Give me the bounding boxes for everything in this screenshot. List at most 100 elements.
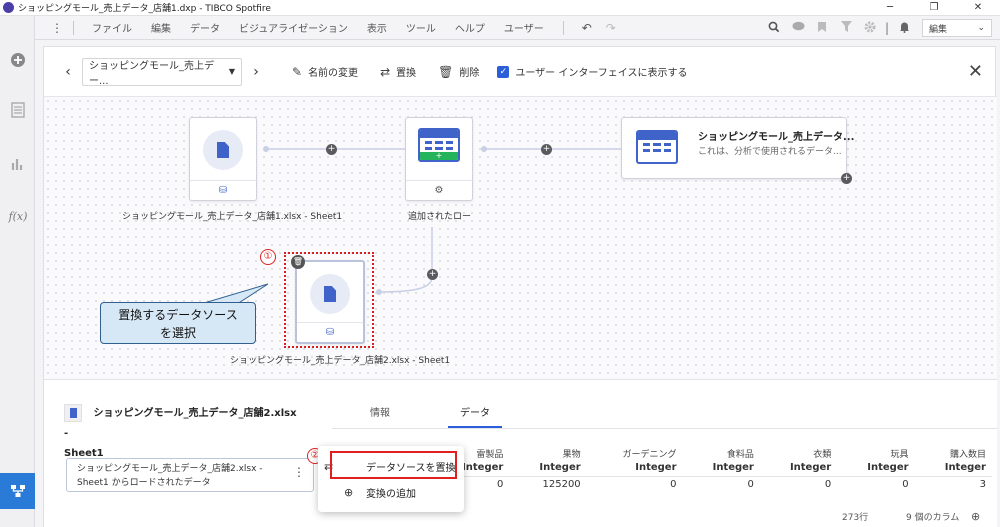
- menu-edit[interactable]: 編集: [151, 20, 171, 35]
- rename-button[interactable]: ✎ 名前の変更: [292, 64, 359, 80]
- settings-icon[interactable]: [858, 21, 882, 36]
- mode-select[interactable]: 編集 ⌄: [922, 19, 992, 37]
- comment-icon[interactable]: [786, 21, 810, 35]
- column-type: Integer: [759, 460, 838, 477]
- delete-label: 削除: [459, 68, 480, 79]
- replace-icon: ⇄: [380, 64, 391, 79]
- data-preview-table: 雷製品 果物 ガーデニング 食料品 衣類 玩具 購入数目 Integer Int…: [432, 446, 992, 506]
- details-tabs: 情報 データ: [358, 396, 548, 428]
- table-cell: 0: [670, 478, 677, 490]
- menu-file[interactable]: ファイル: [92, 20, 132, 35]
- visualization-icon[interactable]: [8, 154, 28, 174]
- source-node-store1[interactable]: ⛁: [189, 117, 257, 201]
- datasource-select-value: ショッピングモール_売上デー...: [89, 60, 214, 87]
- source-node-store2-label: ショッピングモール_売上データ_店舗2.xlsx - Sheet1: [230, 356, 451, 366]
- datasource-select[interactable]: ショッピングモール_売上デー... ▼: [82, 57, 242, 87]
- column-header[interactable]: 玩具: [837, 446, 914, 460]
- bookmark-icon[interactable]: [810, 21, 834, 36]
- menu-bar: ⋮ ファイル 編集 データ ビジュアライゼーション 表示 ツール ヘルプ ユーザ…: [35, 16, 1000, 40]
- chevron-down-icon: ⌄: [977, 23, 985, 33]
- menu-separator: [73, 20, 74, 35]
- show-in-ui-checkbox[interactable]: ✓ ユーザー インターフェイスに表示する: [497, 64, 687, 79]
- show-in-ui-label: ユーザー インターフェイスに表示する: [515, 68, 688, 79]
- replace-button[interactable]: ⇄ 置換: [380, 64, 416, 80]
- notification-bell-icon[interactable]: [892, 21, 916, 36]
- caret-down-icon: ▼: [228, 67, 235, 76]
- column-type: Integer: [586, 460, 683, 477]
- row-count: 273行: [842, 513, 869, 523]
- add-transform-menu-item[interactable]: ⊕ 変換の追加: [318, 480, 464, 504]
- source-step-item[interactable]: ショッピングモール_売上データ_店舗2.xlsx - Sheet1 からロードさ…: [66, 458, 314, 492]
- result-table-node[interactable]: ショッピングモール_売上データ... これは、分析で使用されるデータ...: [621, 117, 854, 179]
- close-icon[interactable]: ✕: [968, 61, 983, 82]
- add-step-plus-icon[interactable]: +: [541, 144, 552, 155]
- column-header[interactable]: 衣類: [760, 446, 837, 460]
- trash-icon[interactable]: 🗑: [291, 255, 305, 269]
- selected-source-title: ショッピングモール_売上データ_店舗2.xlsx - Sheet1: [64, 404, 304, 464]
- close-window-button[interactable]: ✕: [956, 0, 1000, 16]
- delete-button[interactable]: 🗑 削除: [438, 64, 480, 80]
- selected-source-title-line1: ショッピングモール_売上データ_店舗2.xlsx -: [64, 408, 297, 439]
- column-type: Integer: [682, 460, 760, 477]
- mode-select-value: 編集: [929, 24, 948, 35]
- add-circle-icon: ⊕: [344, 485, 354, 499]
- redo-icon[interactable]: ↷: [606, 21, 616, 35]
- menu-item-highlight: [330, 451, 457, 479]
- table-cell: 0: [824, 478, 832, 490]
- add-data-icon[interactable]: [8, 50, 28, 70]
- callout-line2: を選択: [159, 326, 196, 340]
- column-header[interactable]: 食料品: [683, 446, 760, 460]
- window-controls: ─ ❐ ✕: [868, 0, 1000, 16]
- left-nav-rail: f(x): [0, 16, 35, 527]
- next-arrow-icon[interactable]: ›: [246, 64, 266, 80]
- tab-data[interactable]: データ: [448, 396, 502, 428]
- callout-line1: 置換するデータソース: [118, 308, 238, 322]
- menu-user[interactable]: ユーザー: [504, 20, 544, 35]
- added-rows-node-label: 追加されたロー: [408, 212, 472, 222]
- data-canvas-icon[interactable]: [0, 473, 35, 509]
- filter-icon[interactable]: [834, 21, 858, 35]
- step-marker-1: ①: [260, 249, 276, 265]
- add-step-plus-icon[interactable]: +: [326, 144, 337, 155]
- more-options-icon[interactable]: ⋮: [293, 465, 305, 479]
- table-cell: 3: [979, 478, 986, 490]
- menu-data[interactable]: データ: [190, 20, 220, 35]
- result-table-description: これは、分析で使用されるデータ...: [698, 147, 842, 157]
- menu-view[interactable]: 表示: [367, 20, 387, 35]
- flow-canvas: ⛁ ショッピングモール_売上データ_店舗1.xlsx - Sheet1 + + …: [44, 97, 997, 379]
- rename-label: 名前の変更: [308, 68, 359, 79]
- details-panel: ショッピングモール_売上データ_店舗2.xlsx - Sheet1 ショッピング…: [44, 379, 997, 527]
- trash-icon: 🗑: [438, 64, 454, 79]
- add-transform-label: 変換の追加: [366, 488, 416, 500]
- menu-separator: [562, 20, 564, 35]
- source-step-line2: Sheet1 からロードされたデータ: [77, 478, 211, 488]
- database-icon: ⛁: [190, 180, 256, 200]
- table-icon: [636, 130, 678, 164]
- data-panel-icon[interactable]: [8, 100, 28, 120]
- restore-button[interactable]: ❐: [912, 0, 956, 16]
- column-header[interactable]: ガーデニング: [587, 446, 683, 460]
- title-bar: ショッピングモール_売上データ_店舗1.dxp - TIBCO Spotfire…: [0, 0, 1000, 16]
- menu-help[interactable]: ヘルプ: [455, 20, 485, 35]
- added-rows-node[interactable]: + ⚙: [405, 117, 473, 201]
- menu-right-tools: | 編集 ⌄: [762, 16, 1000, 40]
- column-header[interactable]: 購入数目: [915, 446, 992, 460]
- pencil-icon: ✎: [292, 64, 303, 79]
- add-step-plus-icon[interactable]: +: [427, 269, 438, 280]
- table-cell: 125200: [542, 478, 581, 490]
- tab-divider: [332, 428, 997, 429]
- tab-info[interactable]: 情報: [358, 396, 402, 428]
- previous-arrow-icon[interactable]: ‹: [58, 64, 78, 80]
- function-icon[interactable]: f(x): [8, 206, 28, 226]
- search-icon[interactable]: [762, 21, 786, 36]
- undo-icon[interactable]: ↶: [582, 21, 592, 35]
- globe-icon[interactable]: ⊕: [971, 510, 980, 523]
- minimize-button[interactable]: ─: [868, 0, 912, 16]
- source-node-store2[interactable]: ⛁: [295, 260, 365, 344]
- menu-visualization[interactable]: ビジュアライゼーション: [239, 20, 348, 35]
- column-header[interactable]: 果物: [509, 446, 586, 460]
- add-step-plus-icon[interactable]: +: [841, 173, 852, 184]
- menu-tools[interactable]: ツール: [406, 20, 436, 35]
- spotfire-logo-icon: [3, 2, 14, 13]
- more-menu-icon[interactable]: ⋮: [51, 21, 63, 35]
